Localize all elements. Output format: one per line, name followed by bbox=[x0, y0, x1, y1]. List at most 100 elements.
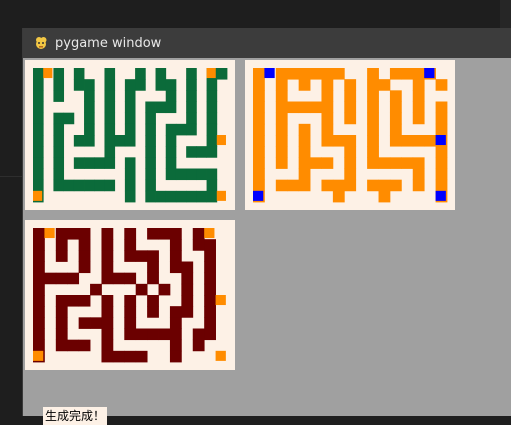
maze-wall-cell bbox=[90, 283, 102, 296]
maze-wall-cell bbox=[367, 90, 379, 102]
maze-wall-cell bbox=[298, 68, 311, 80]
maze-marker-cell bbox=[424, 68, 435, 79]
maze-wall-cell bbox=[165, 123, 177, 136]
maze-wall-cell bbox=[101, 306, 114, 318]
maze-wall-cell bbox=[412, 90, 425, 102]
maze-panel-green bbox=[25, 60, 235, 210]
maze-wall-cell bbox=[287, 179, 300, 192]
maze-wall-cell bbox=[84, 90, 95, 102]
background-desktop-line bbox=[0, 176, 22, 177]
maze-wall-cell bbox=[124, 79, 136, 91]
maze-wall-cell bbox=[204, 317, 216, 329]
maze-wall-cell bbox=[332, 179, 345, 192]
maze-marker-cell bbox=[435, 190, 446, 201]
maze-wall-cell bbox=[165, 101, 177, 114]
maze-wall-cell bbox=[298, 179, 311, 192]
maze-wall-cell bbox=[158, 228, 171, 240]
maze-wall-cell bbox=[104, 112, 116, 125]
maze-wall-cell bbox=[101, 295, 114, 307]
maze-wall-cell bbox=[344, 157, 357, 169]
maze-wall-cell bbox=[169, 350, 182, 363]
maze-wall-cell bbox=[344, 179, 357, 192]
maze-wall-cell bbox=[90, 317, 102, 329]
maze-wall-cell bbox=[169, 317, 182, 329]
maze-wall-cell bbox=[84, 123, 95, 136]
maze-wall-cell bbox=[73, 79, 85, 91]
maze-wall-cell bbox=[435, 79, 448, 91]
maze-wall-cell bbox=[401, 68, 414, 80]
maze-wall-cell bbox=[321, 112, 334, 125]
maze-wall-cell bbox=[84, 179, 95, 192]
maze-wall-cell bbox=[192, 328, 205, 341]
maze-wall-cell bbox=[435, 112, 448, 125]
maze-wall-cell bbox=[147, 261, 159, 274]
maze-wall-cell bbox=[169, 261, 182, 274]
maze-wall-cell bbox=[186, 90, 197, 102]
maze-panel-maroon bbox=[25, 220, 235, 370]
maze-wall-cell bbox=[435, 179, 448, 192]
maze-wall-cell bbox=[104, 90, 116, 102]
pygame-canvas[interactable]: 生成完成！ bbox=[23, 58, 511, 425]
maze-wall-cell bbox=[101, 239, 114, 251]
maze-wall-cell bbox=[275, 101, 288, 114]
maze-wall-cell bbox=[389, 101, 402, 114]
maze-marker-cell bbox=[216, 135, 226, 146]
maze-wall-cell bbox=[253, 123, 265, 136]
maze-wall-cell bbox=[33, 123, 44, 136]
maze-wall-cell bbox=[321, 123, 334, 136]
maze-wall-cell bbox=[253, 135, 265, 147]
maze-wall-cell bbox=[78, 239, 91, 251]
maze-marker-cell bbox=[33, 350, 44, 361]
maze-wall-cell bbox=[78, 317, 91, 329]
maze-wall-cell bbox=[145, 101, 156, 114]
window-titlebar[interactable]: pygame window bbox=[23, 28, 511, 58]
maze-wall-cell bbox=[165, 146, 177, 158]
maze-wall-cell bbox=[104, 179, 116, 192]
maze-wall-cell bbox=[101, 261, 114, 274]
maze-wall-cell bbox=[73, 68, 85, 80]
maze-wall-cell bbox=[124, 306, 137, 318]
maze-wall-cell bbox=[298, 101, 311, 114]
maze-wall-cell bbox=[186, 146, 197, 158]
maze-wall-cell bbox=[332, 68, 345, 80]
maze-wall-cell bbox=[367, 157, 379, 169]
maze-wall-cell bbox=[435, 157, 448, 169]
maze-wall-cell bbox=[104, 146, 116, 158]
maze-wall-cell bbox=[310, 101, 322, 114]
maze-wall-cell bbox=[94, 179, 105, 192]
maze-wall-cell bbox=[321, 90, 334, 102]
maze-wall-cell bbox=[186, 68, 197, 80]
maze-wall-cell bbox=[165, 90, 177, 102]
maze-marker-cell bbox=[44, 228, 55, 239]
pygame-window[interactable]: pygame window 生成完成！ bbox=[22, 28, 511, 425]
maze-green-grid bbox=[33, 68, 228, 203]
maze-marker-cell bbox=[216, 190, 226, 201]
maze-wall-cell bbox=[124, 272, 137, 285]
maze-wall-cell bbox=[424, 135, 436, 147]
maze-wall-cell bbox=[67, 228, 80, 240]
maze-wall-cell bbox=[33, 306, 45, 318]
maze-wall-cell bbox=[344, 112, 357, 125]
maze-wall-cell bbox=[33, 317, 45, 329]
maze-marker-cell bbox=[215, 295, 226, 306]
maze-wall-cell bbox=[55, 228, 68, 240]
maze-wall-cell bbox=[53, 79, 65, 91]
maze-wall-cell bbox=[344, 135, 357, 147]
maze-wall-cell bbox=[169, 339, 182, 352]
maze-wall-cell bbox=[275, 112, 288, 125]
maze-wall-cell bbox=[253, 112, 265, 125]
maze-wall-cell bbox=[192, 239, 205, 251]
maze-wall-cell bbox=[78, 295, 91, 307]
maze-wall-cell bbox=[275, 146, 288, 158]
maze-wall-cell bbox=[53, 123, 65, 136]
maze-wall-cell bbox=[204, 272, 216, 285]
maze-wall-cell bbox=[124, 90, 136, 102]
maze-wall-cell bbox=[181, 272, 194, 285]
maze-wall-cell bbox=[73, 179, 85, 192]
maze-wall-cell bbox=[135, 350, 148, 363]
maze-wall-cell bbox=[135, 250, 148, 262]
maze-wall-cell bbox=[78, 261, 91, 274]
maze-wall-cell bbox=[158, 283, 171, 296]
maze-wall-cell bbox=[135, 79, 146, 91]
maze-wall-cell bbox=[101, 272, 114, 285]
